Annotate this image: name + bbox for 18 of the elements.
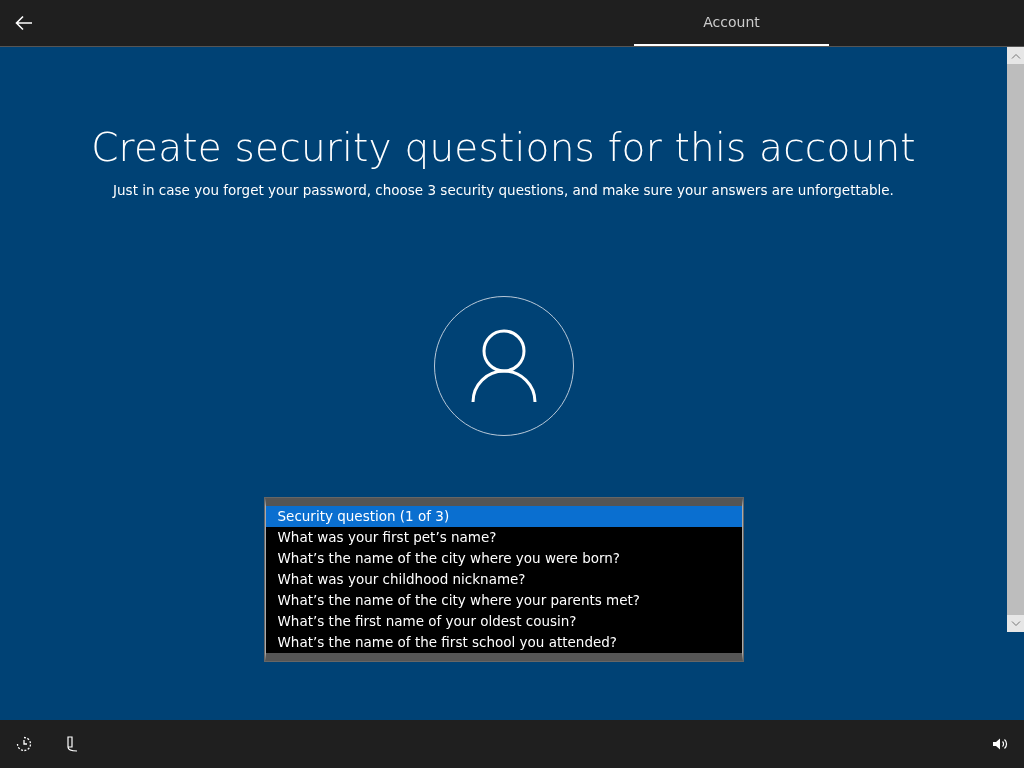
question-option[interactable]: What’s the first name of your oldest cousin?	[265, 611, 742, 633]
page-title: Create security questions for this account	[90, 127, 917, 170]
speaker-icon	[992, 737, 1008, 751]
account-tab[interactable]: Account	[634, 0, 829, 46]
ease-of-access-icon	[16, 736, 32, 752]
question-option[interactable]: What’s the name of the city where your parents met?	[265, 590, 742, 612]
back-arrow-icon	[15, 15, 33, 31]
question-option[interactable]: What was your childhood nickname?	[265, 569, 742, 591]
chevron-down-icon	[1010, 620, 1021, 627]
person-icon	[470, 329, 537, 404]
question-option[interactable]: Security question (1 of 3)	[265, 506, 742, 528]
question-option[interactable]: What was your first pet’s name?	[265, 527, 742, 549]
security-question-list[interactable]	[264, 498, 743, 662]
page-subtitle: Just in case you forget your password, choose 3 security questions, and make sure your answers are unforgettable.	[111, 180, 895, 200]
question-option[interactable]: What’s the name of the city where you were born?	[265, 548, 742, 570]
question-option[interactable]: What’s the name of the first school you attended?	[265, 632, 742, 654]
microphone-icon	[65, 736, 79, 752]
chevron-up-icon	[1010, 52, 1021, 59]
